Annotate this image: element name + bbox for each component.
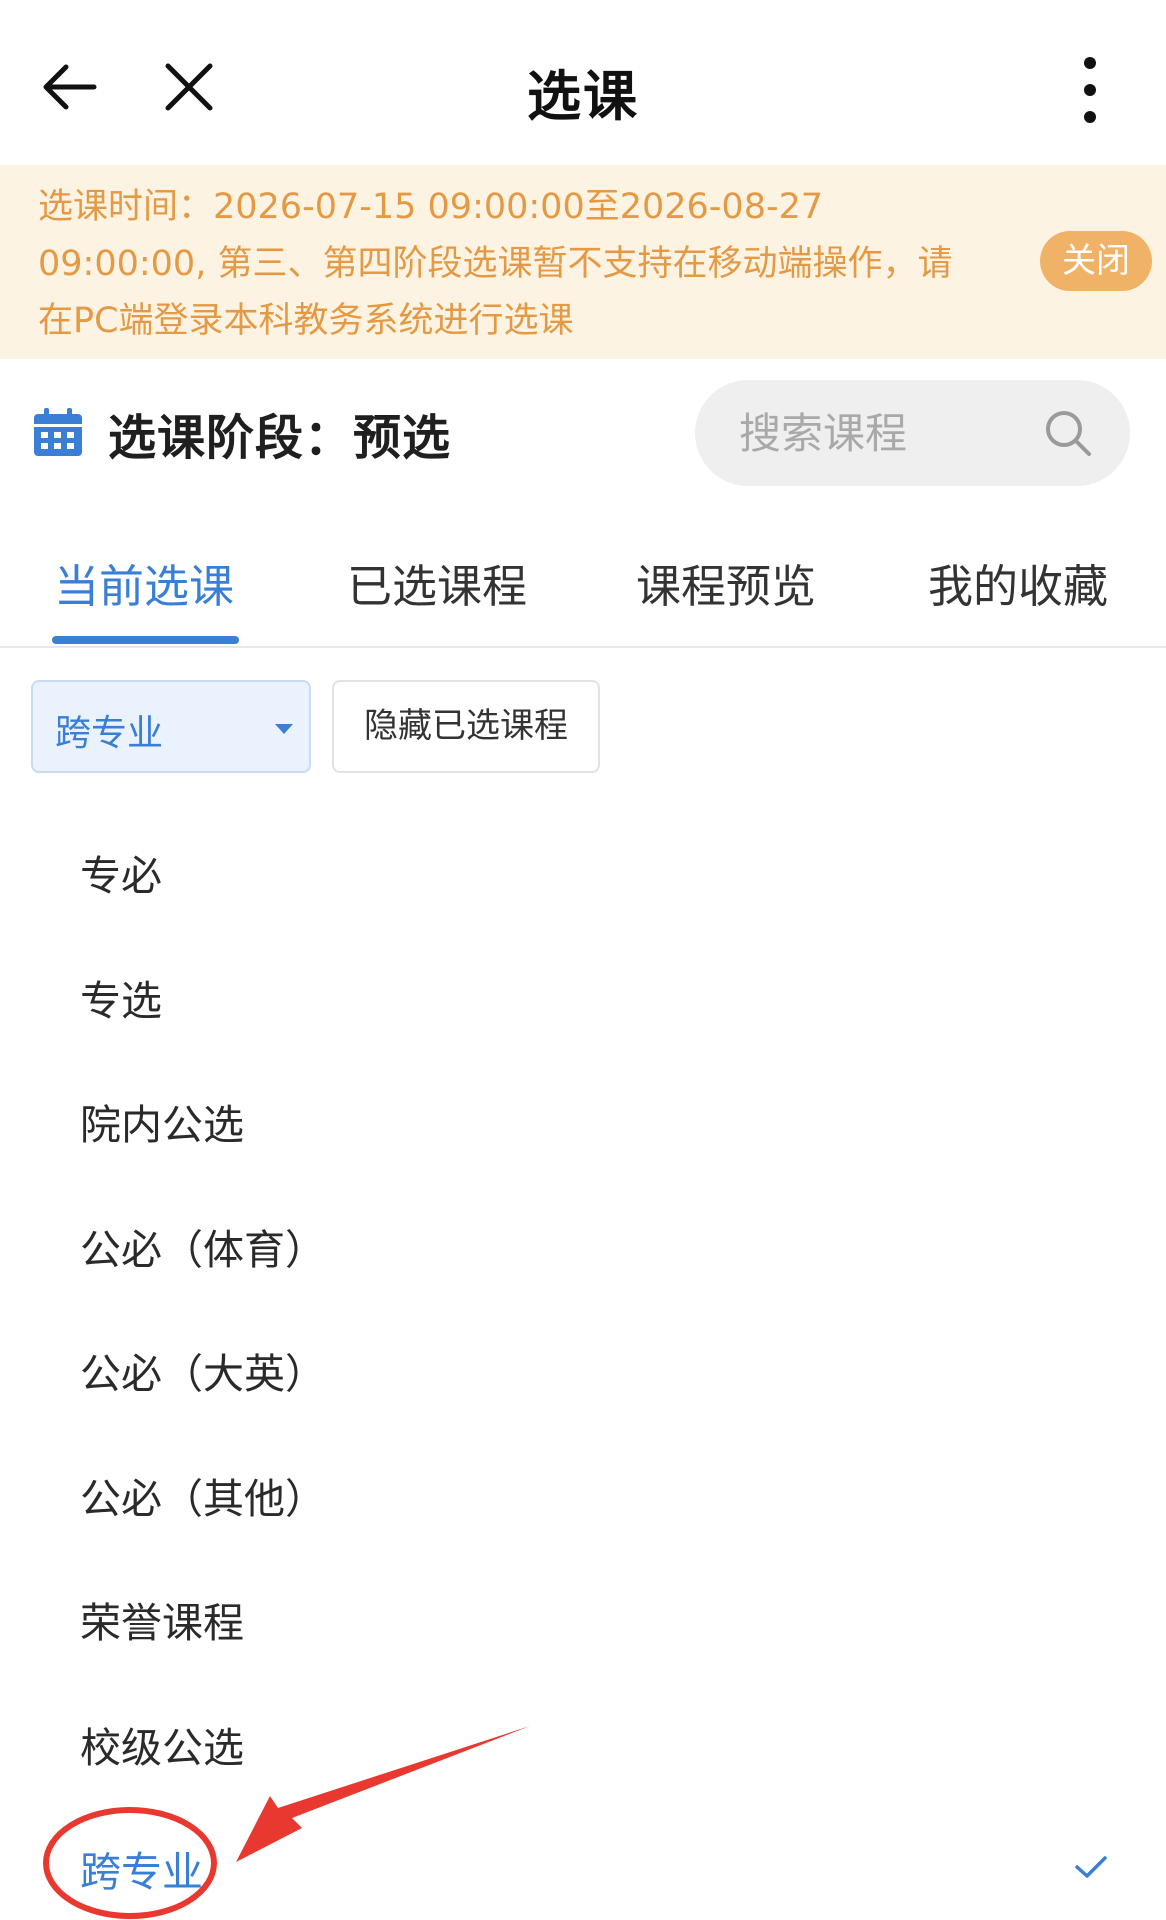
checkmark-icon <box>1075 1856 1107 1878</box>
hide-selected-courses-button[interactable]: 隐藏已选课程 <box>332 680 600 773</box>
option-item[interactable]: 公必（大英） <box>0 1304 1166 1429</box>
notice-line: 选课时间：2026-07-15 09:00:00至2026-08-27 <box>38 187 824 227</box>
option-item[interactable]: 专必 <box>0 806 1166 931</box>
course-category-select[interactable]: 跨专业 <box>31 680 311 773</box>
select-value: 跨专业 <box>55 713 164 754</box>
caret-down-icon <box>275 724 293 734</box>
tab-selected-courses[interactable]: 已选课程 <box>347 550 527 615</box>
page: 选课 选课时间：2026-07-15 09:00:00至2026-08-27 0… <box>0 0 1166 1920</box>
option-item-selected[interactable]: 跨专业 <box>0 1802 1166 1920</box>
option-label: 院内公选 <box>80 1101 244 1149</box>
active-tab-indicator <box>52 636 239 644</box>
option-label: 公必（体育） <box>80 1225 326 1274</box>
tab-bar: 当前选课 已选课程 课程预览 我的收藏 <box>0 528 1166 648</box>
option-label: 跨专业 <box>80 1848 203 1896</box>
option-item[interactable]: 校级公选 <box>0 1678 1166 1803</box>
notice-text: 选课时间：2026-07-15 09:00:00至2026-08-27 09:0… <box>38 179 1018 350</box>
filter-row: 跨专业 隐藏已选课程 <box>0 680 1166 775</box>
option-label: 公必（大英） <box>80 1350 326 1398</box>
option-label: 公必（其他） <box>80 1474 326 1523</box>
tab-course-preview[interactable]: 课程预览 <box>636 550 816 615</box>
stage-label: 选课阶段：预选 <box>108 410 452 466</box>
tab-my-favorites[interactable]: 我的收藏 <box>928 550 1108 615</box>
search-input[interactable] <box>739 398 1039 468</box>
notice-line: 在PC端登录本科教务系统进行选课 <box>38 301 574 341</box>
search-box[interactable] <box>695 380 1130 486</box>
option-item[interactable]: 公必（其他） <box>0 1429 1166 1554</box>
tab-current-selection[interactable]: 当前选课 <box>54 550 234 615</box>
option-label: 校级公选 <box>80 1723 244 1772</box>
page-title: 选课 <box>527 65 639 128</box>
option-label: 荣誉课程 <box>80 1599 244 1647</box>
more-options-icon[interactable] <box>1065 55 1115 125</box>
option-label: 专选 <box>80 976 162 1025</box>
option-label: 专必 <box>80 852 162 900</box>
stage-row: 选课阶段：预选 <box>0 372 1166 502</box>
notice-banner: 选课时间：2026-07-15 09:00:00至2026-08-27 09:0… <box>0 165 1166 359</box>
notice-line: 09:00:00, 第三、第四阶段选课暂不支持在移动端操作，请 <box>38 244 953 284</box>
option-item[interactable]: 公必（体育） <box>0 1180 1166 1305</box>
option-item[interactable]: 专选 <box>0 931 1166 1056</box>
search-icon[interactable] <box>1043 408 1093 458</box>
option-item[interactable]: 院内公选 <box>0 1055 1166 1180</box>
calendar-icon <box>34 408 82 456</box>
option-item[interactable]: 荣誉课程 <box>0 1553 1166 1678</box>
notice-close-button[interactable]: 关闭 <box>1040 231 1152 291</box>
top-navigation-bar: 选课 <box>0 0 1166 165</box>
category-option-list: 专必 专选 院内公选 公必（体育） 公必（大英） 公必（其他） 荣誉课程 校级公… <box>0 806 1166 1920</box>
